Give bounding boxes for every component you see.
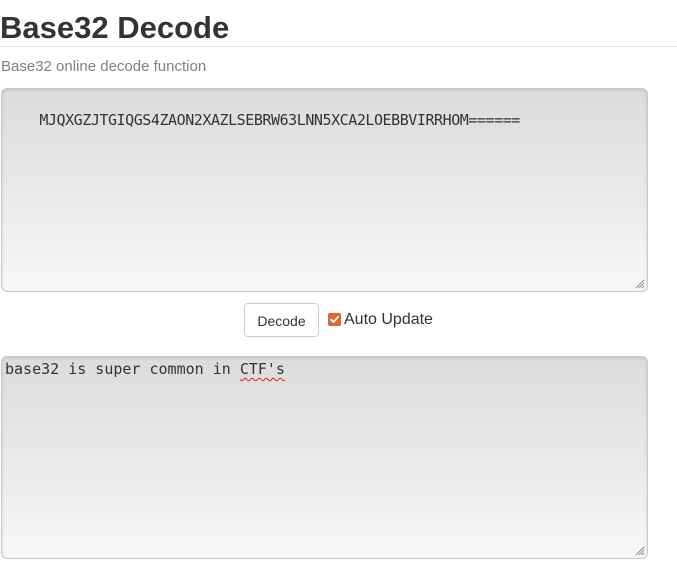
decode-button[interactable]: Decode (244, 303, 319, 337)
resize-grip-icon[interactable] (635, 279, 645, 289)
output-flagged-word: CTF's (239, 360, 285, 378)
page: Base32 Decode Base32 online decode funct… (0, 0, 677, 562)
page-title: Base32 Decode (0, 10, 230, 45)
auto-update-label: Auto Update (344, 311, 433, 328)
auto-update-checkbox[interactable] (328, 312, 341, 326)
auto-update-control[interactable]: Auto Update (328, 310, 433, 330)
resize-grip-icon[interactable] (635, 546, 645, 556)
base32-input-textarea[interactable]: MJQXGZJTGIQGS4ZAON2XAZLSEBRW63LNN5XCA2LO… (1, 88, 648, 292)
output-text: base32 is super common in (5, 360, 240, 378)
decoded-output-textarea[interactable]: base32 is super common in CTF's (1, 356, 648, 559)
page-subtitle: Base32 online decode function (1, 58, 207, 75)
input-text: MJQXGZJTGIQGS4ZAON2XAZLSEBRW63LNN5XCA2LO… (39, 111, 520, 129)
title-divider (0, 46, 677, 47)
checkmark-icon (330, 315, 339, 323)
